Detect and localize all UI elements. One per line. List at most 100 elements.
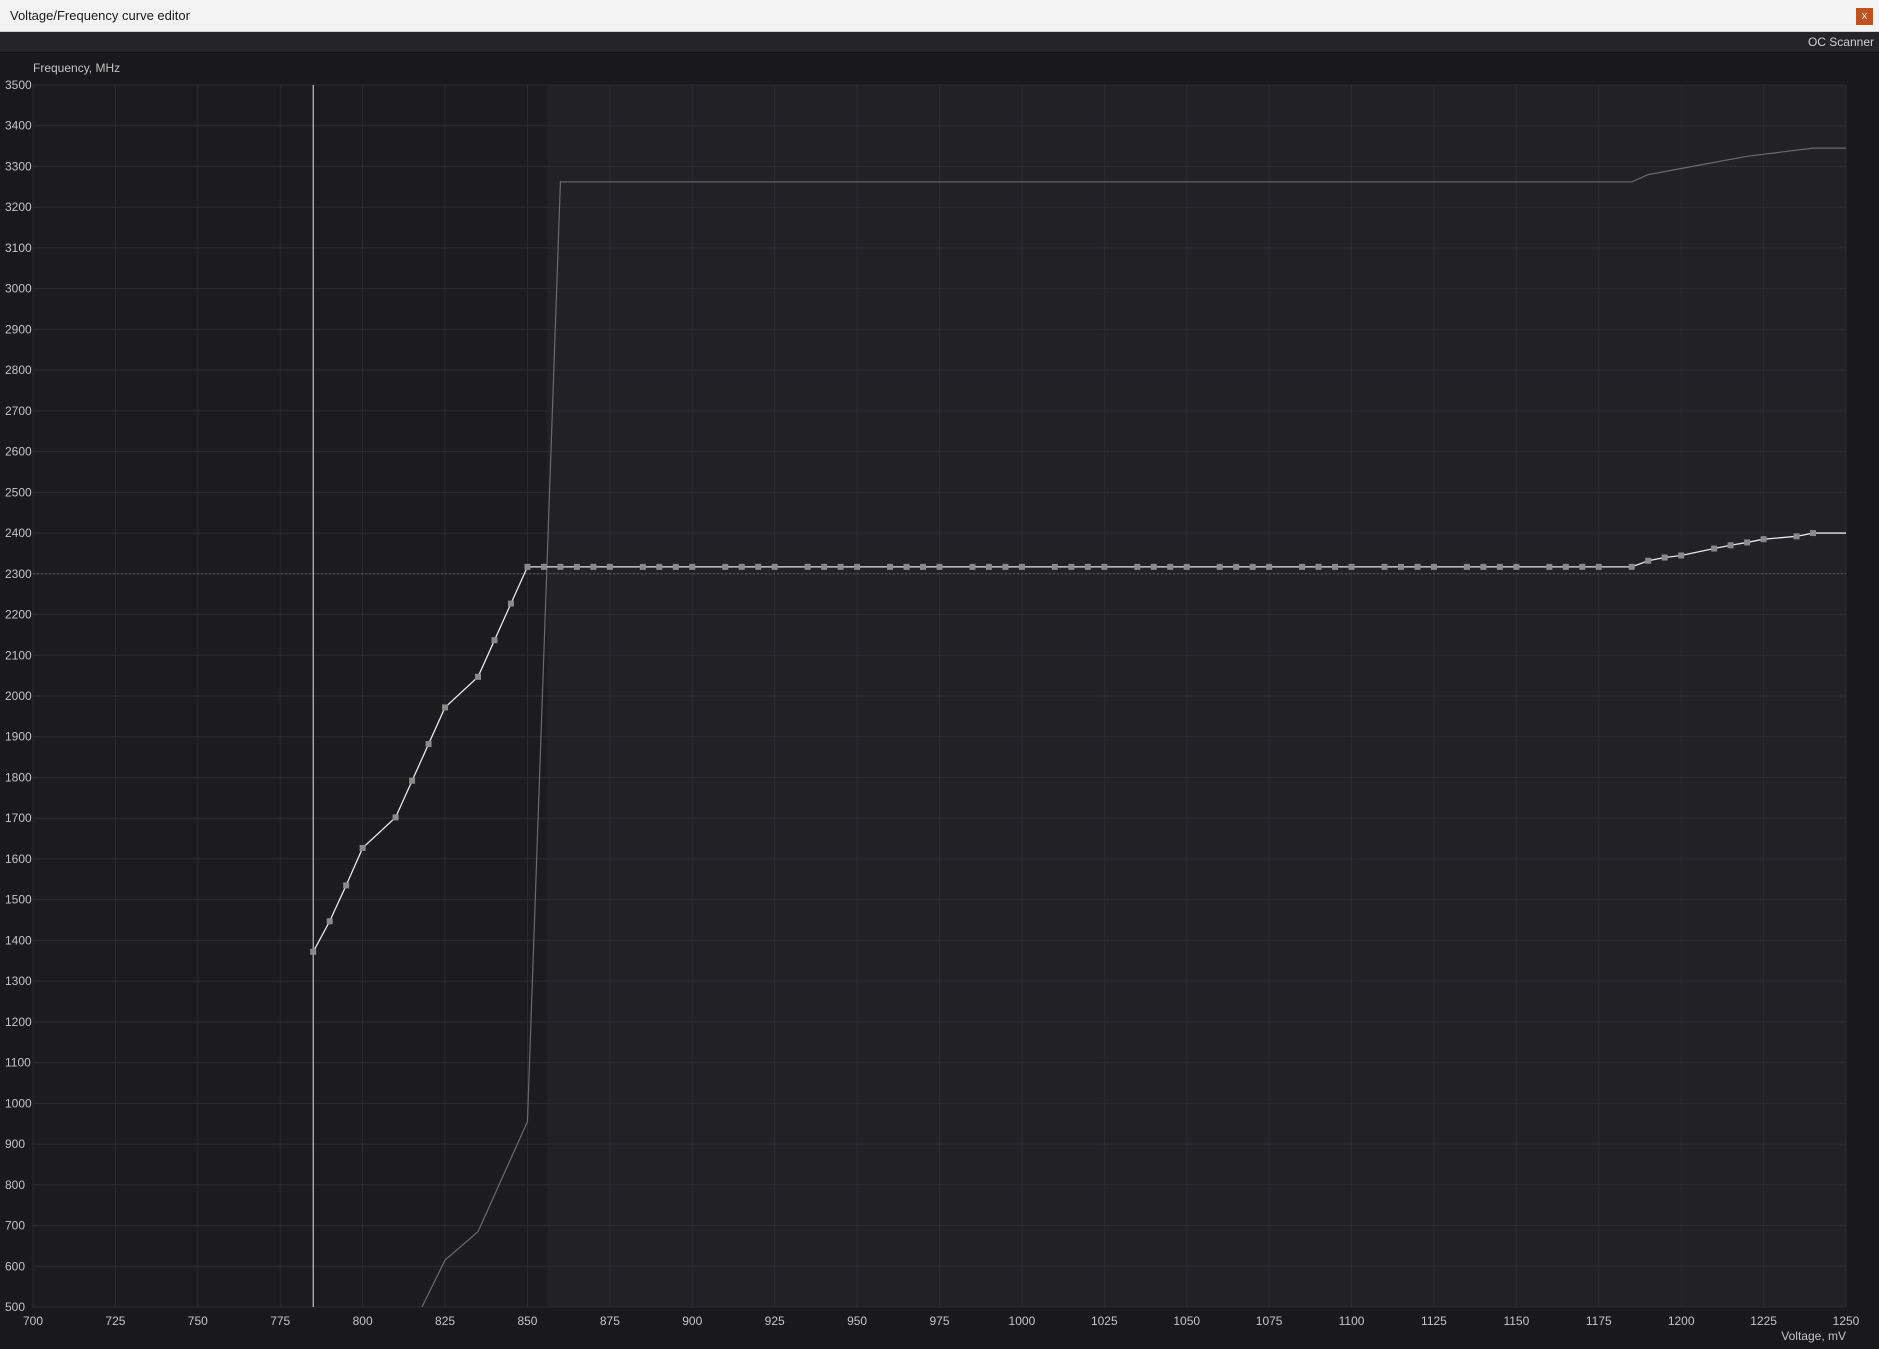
vf-curve-point[interactable] xyxy=(409,777,416,784)
vf-curve-point[interactable] xyxy=(1463,563,1470,570)
vf-curve-point[interactable] xyxy=(854,563,861,570)
vf-curve-point[interactable] xyxy=(1480,563,1487,570)
vf-curve-point[interactable] xyxy=(1397,563,1404,570)
vf-curve-point[interactable] xyxy=(738,563,745,570)
vf-curve-point[interactable] xyxy=(1711,545,1718,552)
vf-curve-point[interactable] xyxy=(1167,563,1174,570)
vf-curve-point[interactable] xyxy=(1595,563,1602,570)
x-tick-label: 1150 xyxy=(1503,1314,1529,1328)
x-tick-label: 1050 xyxy=(1173,1314,1200,1328)
vf-curve-point[interactable] xyxy=(491,637,498,644)
vf-curve-point[interactable] xyxy=(524,563,531,570)
vf-curve-point[interactable] xyxy=(540,563,547,570)
y-tick-label: 2000 xyxy=(5,689,32,703)
y-tick-label: 2900 xyxy=(5,322,32,336)
x-tick-label: 975 xyxy=(929,1314,949,1328)
vf-curve-point[interactable] xyxy=(755,563,762,570)
x-tick-label: 1025 xyxy=(1091,1314,1118,1328)
vf-curve-point[interactable] xyxy=(920,563,927,570)
vf-curve-point[interactable] xyxy=(1068,563,1075,570)
vf-curve-point[interactable] xyxy=(573,563,580,570)
vf-curve-point[interactable] xyxy=(837,563,844,570)
vf-curve-point[interactable] xyxy=(1299,563,1306,570)
vf-curve-point[interactable] xyxy=(639,563,646,570)
x-tick-label: 1200 xyxy=(1668,1314,1695,1328)
vf-curve-point[interactable] xyxy=(1793,533,1800,540)
vf-curve-point[interactable] xyxy=(1678,552,1685,559)
y-tick-label: 2800 xyxy=(5,363,32,377)
x-axis-label: Voltage, mV xyxy=(1781,1329,1846,1343)
vf-curve-point[interactable] xyxy=(1018,563,1025,570)
vf-curve-point[interactable] xyxy=(1249,563,1256,570)
vf-curve-point[interactable] xyxy=(1150,563,1157,570)
vf-curve-point[interactable] xyxy=(936,563,943,570)
x-tick-label: 1175 xyxy=(1586,1314,1612,1328)
vf-curve-point[interactable] xyxy=(1233,563,1240,570)
vf-curve-point[interactable] xyxy=(1051,563,1058,570)
x-tick-label: 1225 xyxy=(1750,1314,1777,1328)
vf-curve-point[interactable] xyxy=(1216,563,1223,570)
vf-curve-point[interactable] xyxy=(1760,536,1767,543)
vf-curve-point[interactable] xyxy=(1332,563,1339,570)
y-tick-label: 3300 xyxy=(5,159,32,173)
y-tick-label: 1200 xyxy=(5,1015,32,1029)
y-tick-label: 1800 xyxy=(5,770,32,784)
x-tick-label: 1075 xyxy=(1256,1314,1283,1328)
vf-curve-point[interactable] xyxy=(887,563,894,570)
vf-curve-point[interactable] xyxy=(804,563,811,570)
vf-curve-point[interactable] xyxy=(1744,539,1751,546)
vf-curve-point[interactable] xyxy=(1084,563,1091,570)
vf-curve-point[interactable] xyxy=(326,918,333,925)
vf-curve-point[interactable] xyxy=(606,563,613,570)
y-tick-label: 2200 xyxy=(5,608,32,622)
vf-curve-point[interactable] xyxy=(985,563,992,570)
vf-curve-point[interactable] xyxy=(1381,563,1388,570)
vf-curve-point[interactable] xyxy=(1002,563,1009,570)
vf-curve-point[interactable] xyxy=(969,563,976,570)
vf-curve-point[interactable] xyxy=(821,563,828,570)
vf-curve-point[interactable] xyxy=(1183,563,1190,570)
vf-curve-point[interactable] xyxy=(1315,563,1322,570)
vf-curve-point[interactable] xyxy=(689,563,696,570)
y-tick-label: 2400 xyxy=(5,526,32,540)
vf-curve-point[interactable] xyxy=(1414,563,1421,570)
vf-curve-point[interactable] xyxy=(771,563,778,570)
y-tick-label: 2500 xyxy=(5,485,32,499)
vf-curve-point[interactable] xyxy=(1513,563,1520,570)
vf-curve-point[interactable] xyxy=(1661,554,1668,561)
vf-curve-point[interactable] xyxy=(1348,563,1355,570)
x-tick-label: 1100 xyxy=(1339,1314,1365,1328)
vf-curve-point[interactable] xyxy=(1430,563,1437,570)
vf-curve-point[interactable] xyxy=(1628,563,1635,570)
y-tick-label: 2600 xyxy=(5,445,32,459)
vf-curve-point[interactable] xyxy=(1496,563,1503,570)
vf-curve-point[interactable] xyxy=(1546,563,1553,570)
vf-curve-point[interactable] xyxy=(557,563,564,570)
vf-curve-point[interactable] xyxy=(507,600,514,607)
vf-curve-point[interactable] xyxy=(1645,557,1652,564)
vf-curve-point[interactable] xyxy=(1266,563,1273,570)
vf-curve-point[interactable] xyxy=(1134,563,1141,570)
vf-curve-point[interactable] xyxy=(392,814,399,821)
vf-curve-point[interactable] xyxy=(343,882,350,889)
vf-curve-point[interactable] xyxy=(672,563,679,570)
vf-curve-chart[interactable]: 700 725 750 775 800 825 850 875 900 925 950 975 1000… xyxy=(0,0,1879,1349)
vf-curve-point[interactable] xyxy=(1810,530,1817,537)
vf-curve-point[interactable] xyxy=(722,563,729,570)
x-tick-label: 925 xyxy=(765,1314,785,1328)
y-tick-label: 3000 xyxy=(5,282,32,296)
vf-curve-point[interactable] xyxy=(1562,563,1569,570)
y-tick-label: 2100 xyxy=(5,648,32,662)
vf-curve-point[interactable] xyxy=(425,741,432,748)
vf-curve-point[interactable] xyxy=(1101,563,1108,570)
vf-curve-point[interactable] xyxy=(442,704,449,711)
vf-curve-point[interactable] xyxy=(590,563,597,570)
vf-curve-point[interactable] xyxy=(1727,542,1734,549)
vf-curve-point[interactable] xyxy=(903,563,910,570)
vf-curve-point[interactable] xyxy=(475,673,482,680)
vf-curve-point[interactable] xyxy=(656,563,663,570)
x-tick-label: 1000 xyxy=(1009,1314,1036,1328)
vf-curve-point[interactable] xyxy=(359,844,366,851)
vf-curve-point[interactable] xyxy=(1579,563,1586,570)
vf-curve-point[interactable] xyxy=(310,948,317,955)
